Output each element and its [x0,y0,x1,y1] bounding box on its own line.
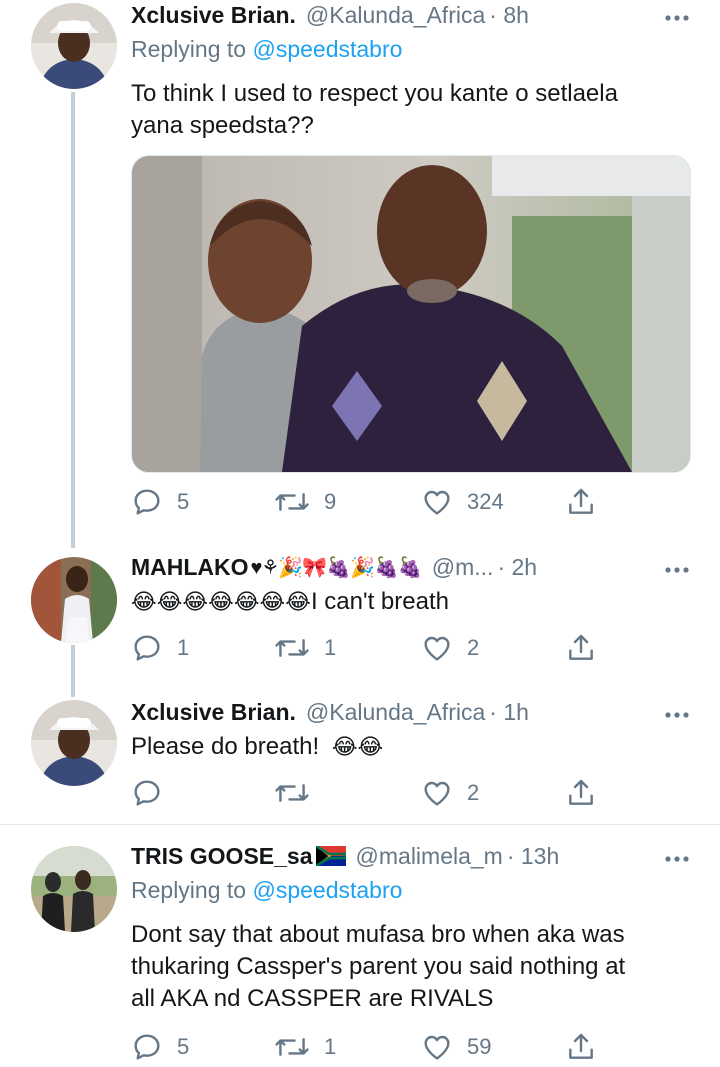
tweet-actions: 5 1 59 [131,1027,601,1067]
more-icon[interactable] [664,699,690,725]
share-button[interactable] [565,773,597,813]
tweet-actions: 2 [131,773,601,813]
tweet-image[interactable] [131,155,691,473]
display-name[interactable]: MAHLAKO [131,554,249,581]
retweet-count: 1 [324,635,337,660]
like-count: 2 [467,635,480,660]
replying-to-link[interactable]: @speedstabro [252,877,402,903]
share-icon [569,1033,593,1059]
timestamp[interactable]: · 13h [507,843,559,870]
retweet-button[interactable]: 9 [274,482,336,522]
reply-button[interactable]: 1 [131,628,189,668]
like-button[interactable]: 59 [421,1027,491,1067]
retweet-count: 1 [324,1034,337,1059]
tweet-header: MAHLAKO ♥⚘🎉🎀🍇🎉🍇🍇 @m... · 2h [131,552,690,582]
user-handle[interactable]: @Kalunda_Africa [306,699,485,726]
more-icon[interactable] [664,843,690,869]
south-africa-flag-icon [315,846,346,866]
display-name[interactable]: Xclusive Brian. [131,699,296,726]
retweet-button[interactable]: 1 [274,1027,336,1067]
like-button[interactable]: 2 [421,628,479,668]
retweet-icon [275,784,309,802]
display-name[interactable]: Xclusive Brian. [131,2,296,29]
tweet-header: Xclusive Brian. @Kalunda_Africa · 8h [131,0,690,30]
tweet-divider [0,824,720,825]
like-count: 59 [467,1034,492,1059]
avatar[interactable] [31,557,117,643]
replying-to: Replying to @speedstabro [131,36,402,63]
retweet-button[interactable] [274,773,324,813]
user-handle[interactable]: @m... [432,554,494,581]
replying-to-link[interactable]: @speedstabro [252,36,402,62]
tweet-text: Dont say that about mufasa bro when aka … [131,919,691,1015]
display-name[interactable]: TRIS GOOSE_sa [131,843,313,870]
tweet-text: To think I used to respect you kante o s… [131,80,618,139]
emoji-run: 😂😂 [331,734,384,759]
tweet[interactable]: MAHLAKO ♥⚘🎉🎀🍇🎉🍇🍇 @m... · 2h 😂😂😂😂😂😂😂I can… [0,552,720,682]
heart-icon [424,781,450,806]
more-icon[interactable] [664,2,690,28]
share-button[interactable] [565,1027,597,1067]
tweet-actions: 1 1 2 [131,628,601,668]
tweet-text-content: Please do breath! [131,733,320,760]
reply-button[interactable]: 5 [131,482,189,522]
reply-icon [134,635,160,661]
timestamp[interactable]: · 8h [489,2,529,29]
like-count: 2 [467,780,480,805]
share-button[interactable] [565,628,597,668]
heart-icon [424,636,450,661]
retweet-button[interactable]: 1 [274,628,336,668]
tweet-actions: 5 9 324 [131,482,601,522]
tweet[interactable]: TRIS GOOSE_sa @malimela_m · 13h Replying… [0,841,720,1060]
replying-prefix: Replying to [131,36,247,62]
more-icon[interactable] [664,554,690,580]
avatar[interactable] [31,3,117,89]
tweet-text-content: I can't breath [310,588,449,615]
reply-count: 5 [177,1034,190,1059]
avatar[interactable] [31,700,117,786]
reply-icon [134,489,160,515]
share-button[interactable] [565,482,597,522]
retweet-count: 9 [324,489,337,514]
tweet-text-line: thukaring Cassper's parent you said noth… [131,953,626,980]
tweet[interactable]: Xclusive Brian. @Kalunda_Africa · 8h Rep… [0,0,720,540]
share-icon [569,634,593,660]
replying-prefix: Replying to [131,877,247,903]
share-icon [569,779,593,805]
name-emoji: ♥⚘🎉🎀🍇🎉🍇🍇 [250,556,423,579]
heart-icon [424,1035,450,1060]
reply-icon [134,780,160,806]
user-handle[interactable]: @Kalunda_Africa [306,2,485,29]
reply-count: 1 [177,635,190,660]
retweet-icon [275,493,309,511]
reply-icon [134,1034,160,1060]
tweet-header: Xclusive Brian. @Kalunda_Africa · 1h [131,697,690,727]
like-button[interactable]: 2 [421,773,479,813]
tweet-text-line: Dont say that about mufasa bro when aka … [131,921,625,948]
tweet-text: Please do breath! 😂😂 [131,731,691,763]
tweet[interactable]: Xclusive Brian. @Kalunda_Africa · 1h Ple… [0,697,720,821]
tweet-text: 😂😂😂😂😂😂😂I can't breath [131,586,691,618]
timestamp[interactable]: · 2h [497,554,537,581]
like-button[interactable]: 324 [421,482,504,522]
reply-button[interactable] [131,773,177,813]
reply-button[interactable]: 5 [131,1027,189,1067]
emoji-run: 😂😂😂😂😂😂😂 [131,589,311,614]
user-handle[interactable]: @malimela_m [356,843,503,870]
tweet-text-line: all AKA nd CASSPER are RIVALS [131,985,494,1012]
retweet-icon [275,1038,309,1056]
tweet-header: TRIS GOOSE_sa @malimela_m · 13h [131,841,690,871]
avatar[interactable] [31,846,117,932]
retweet-icon [275,639,309,657]
reply-count: 5 [177,489,190,514]
share-icon [569,488,593,514]
replying-to: Replying to @speedstabro [131,877,402,904]
timestamp[interactable]: · 1h [489,699,529,726]
tweet-feed: Xclusive Brian. @Kalunda_Africa · 8h Rep… [0,0,720,1060]
like-count: 324 [467,489,504,514]
heart-icon [424,490,450,515]
